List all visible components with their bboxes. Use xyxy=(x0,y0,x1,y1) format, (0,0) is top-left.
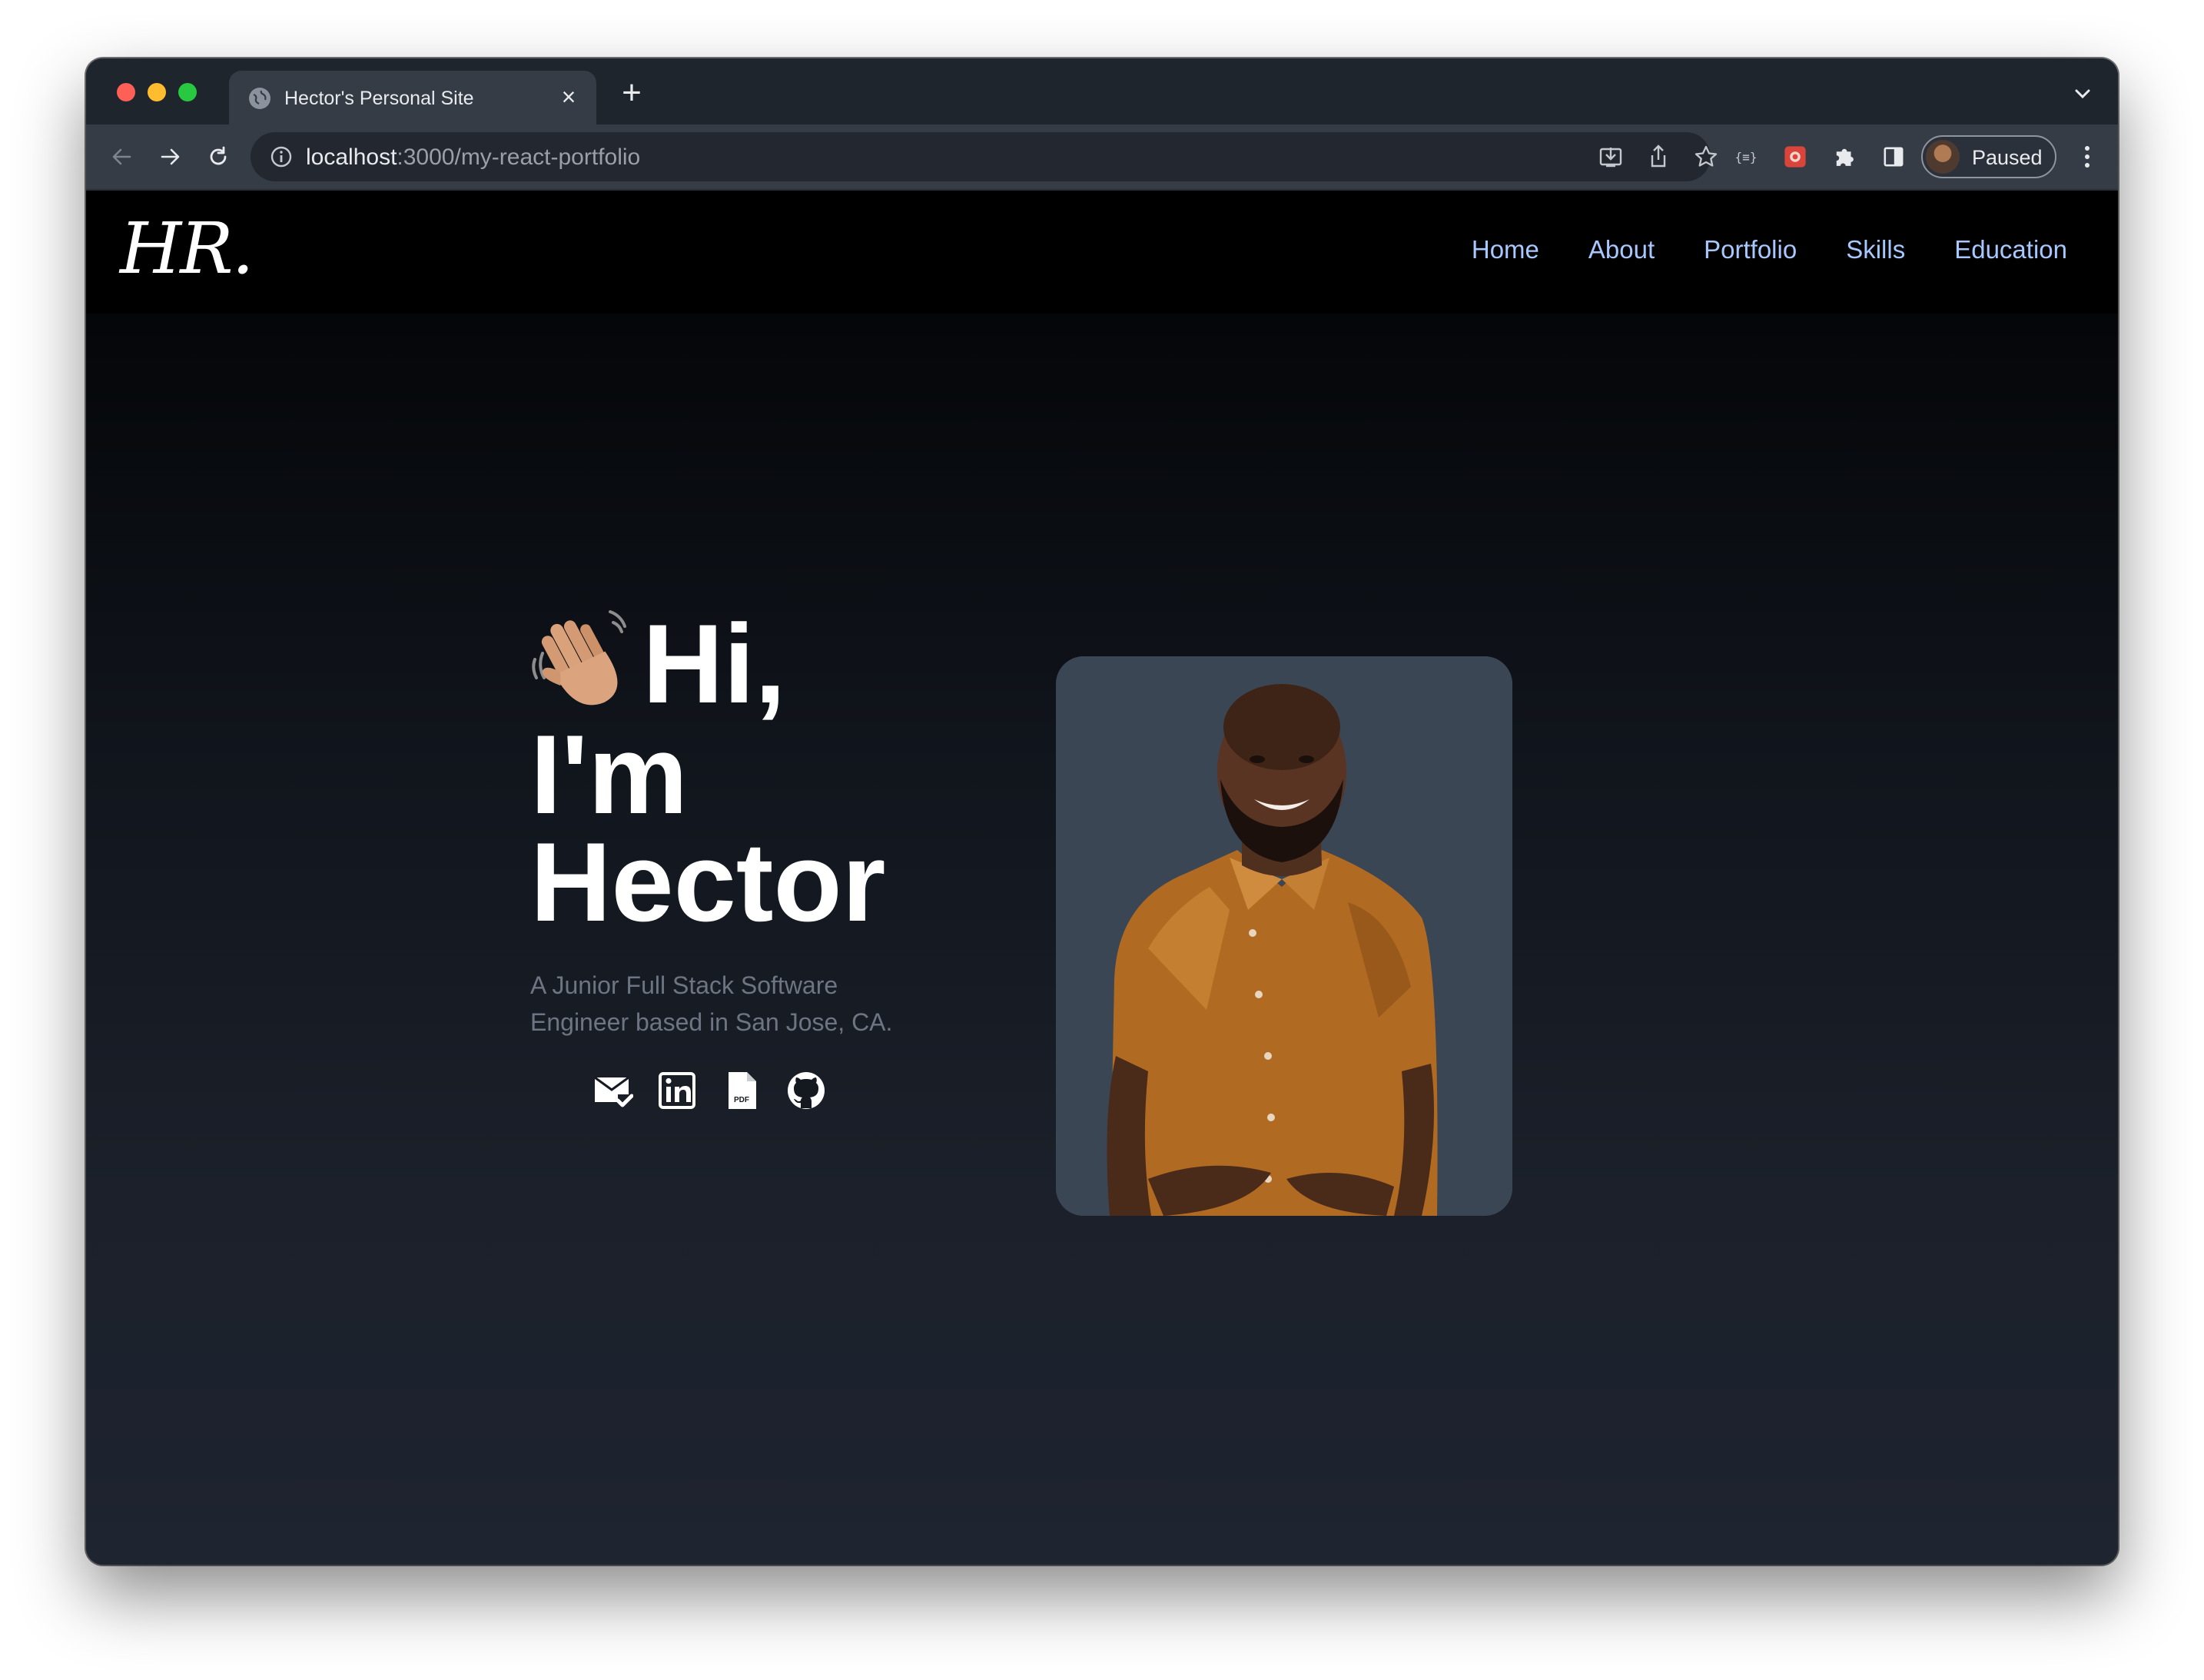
browser-window: Hector's Personal Site × + localhost:300… xyxy=(86,58,2118,1565)
tab-search-chevron-icon[interactable] xyxy=(2069,80,2096,108)
hero-hi: Hi, xyxy=(642,601,786,726)
globe-icon xyxy=(249,88,271,109)
site-logo[interactable]: HR. xyxy=(120,208,254,290)
close-window-button[interactable] xyxy=(117,83,135,101)
forward-arrow-icon[interactable] xyxy=(154,140,188,174)
pdf-label: PDF xyxy=(734,1096,749,1104)
social-links: PDF xyxy=(592,1070,991,1111)
minimize-window-button[interactable] xyxy=(148,83,166,101)
hero-intro: Hi, I'm Hector A Junior Full Stack Softw… xyxy=(530,606,991,1111)
github-icon[interactable] xyxy=(785,1070,827,1111)
profile-portrait xyxy=(1056,656,1512,1216)
browser-menu-icon[interactable] xyxy=(2072,141,2103,172)
pdf-resume-icon[interactable]: PDF xyxy=(721,1070,762,1111)
nav-link-portfolio[interactable]: Portfolio xyxy=(1704,235,1797,264)
main-nav: Home About Portfolio Skills Education xyxy=(1472,235,2067,264)
nav-link-skills[interactable]: Skills xyxy=(1846,235,1905,264)
mail-check-icon[interactable] xyxy=(592,1070,633,1111)
tab-strip: Hector's Personal Site × + xyxy=(86,58,2118,125)
web-page: HR. Home About Portfolio Skills Educatio… xyxy=(86,191,2118,1565)
nav-link-about[interactable]: About xyxy=(1588,235,1655,264)
tab-title: Hector's Personal Site xyxy=(284,88,474,109)
side-panel-icon[interactable] xyxy=(1878,141,1909,172)
url-text: localhost:3000/my-react-portfolio xyxy=(306,144,641,170)
new-tab-button[interactable]: + xyxy=(616,76,647,110)
maximize-window-button[interactable] xyxy=(178,83,197,101)
hero-im: I'm xyxy=(530,712,689,837)
avatar xyxy=(1926,140,1960,174)
json-viewer-extension-icon[interactable]: {≡} xyxy=(1731,141,1761,172)
back-arrow-icon[interactable] xyxy=(105,140,138,174)
site-info-icon[interactable] xyxy=(269,144,294,169)
profile-status-label: Paused xyxy=(1972,146,2043,169)
nav-link-home[interactable]: Home xyxy=(1472,235,1539,264)
site-header: HR. Home About Portfolio Skills Educatio… xyxy=(86,191,2118,314)
hero-tagline: A Junior Full Stack Software Engineer ba… xyxy=(530,971,893,1036)
nav-link-education[interactable]: Education xyxy=(1954,235,2067,264)
install-app-icon[interactable] xyxy=(1597,143,1625,171)
linkedin-icon[interactable] xyxy=(656,1070,698,1111)
profile-button[interactable]: Paused xyxy=(1921,135,2056,178)
waving-hand-icon xyxy=(532,610,626,706)
browser-tab[interactable]: Hector's Personal Site × xyxy=(229,71,596,125)
extension-icon[interactable] xyxy=(1780,141,1811,172)
portrait-photo xyxy=(1056,656,1512,1216)
reload-icon[interactable] xyxy=(201,140,235,174)
bookmark-star-icon[interactable] xyxy=(1692,143,1720,171)
hero-name: Hector xyxy=(530,819,886,945)
puzzle-extensions-icon[interactable] xyxy=(1829,141,1860,172)
address-bar[interactable]: localhost:3000/my-react-portfolio xyxy=(251,132,1718,181)
share-icon[interactable] xyxy=(1645,143,1672,171)
tab-close-icon[interactable]: × xyxy=(555,83,583,111)
browser-toolbar: localhost:3000/my-react-portfolio {≡} Pa xyxy=(86,125,2118,191)
hero-greeting: Hi, xyxy=(530,606,991,721)
